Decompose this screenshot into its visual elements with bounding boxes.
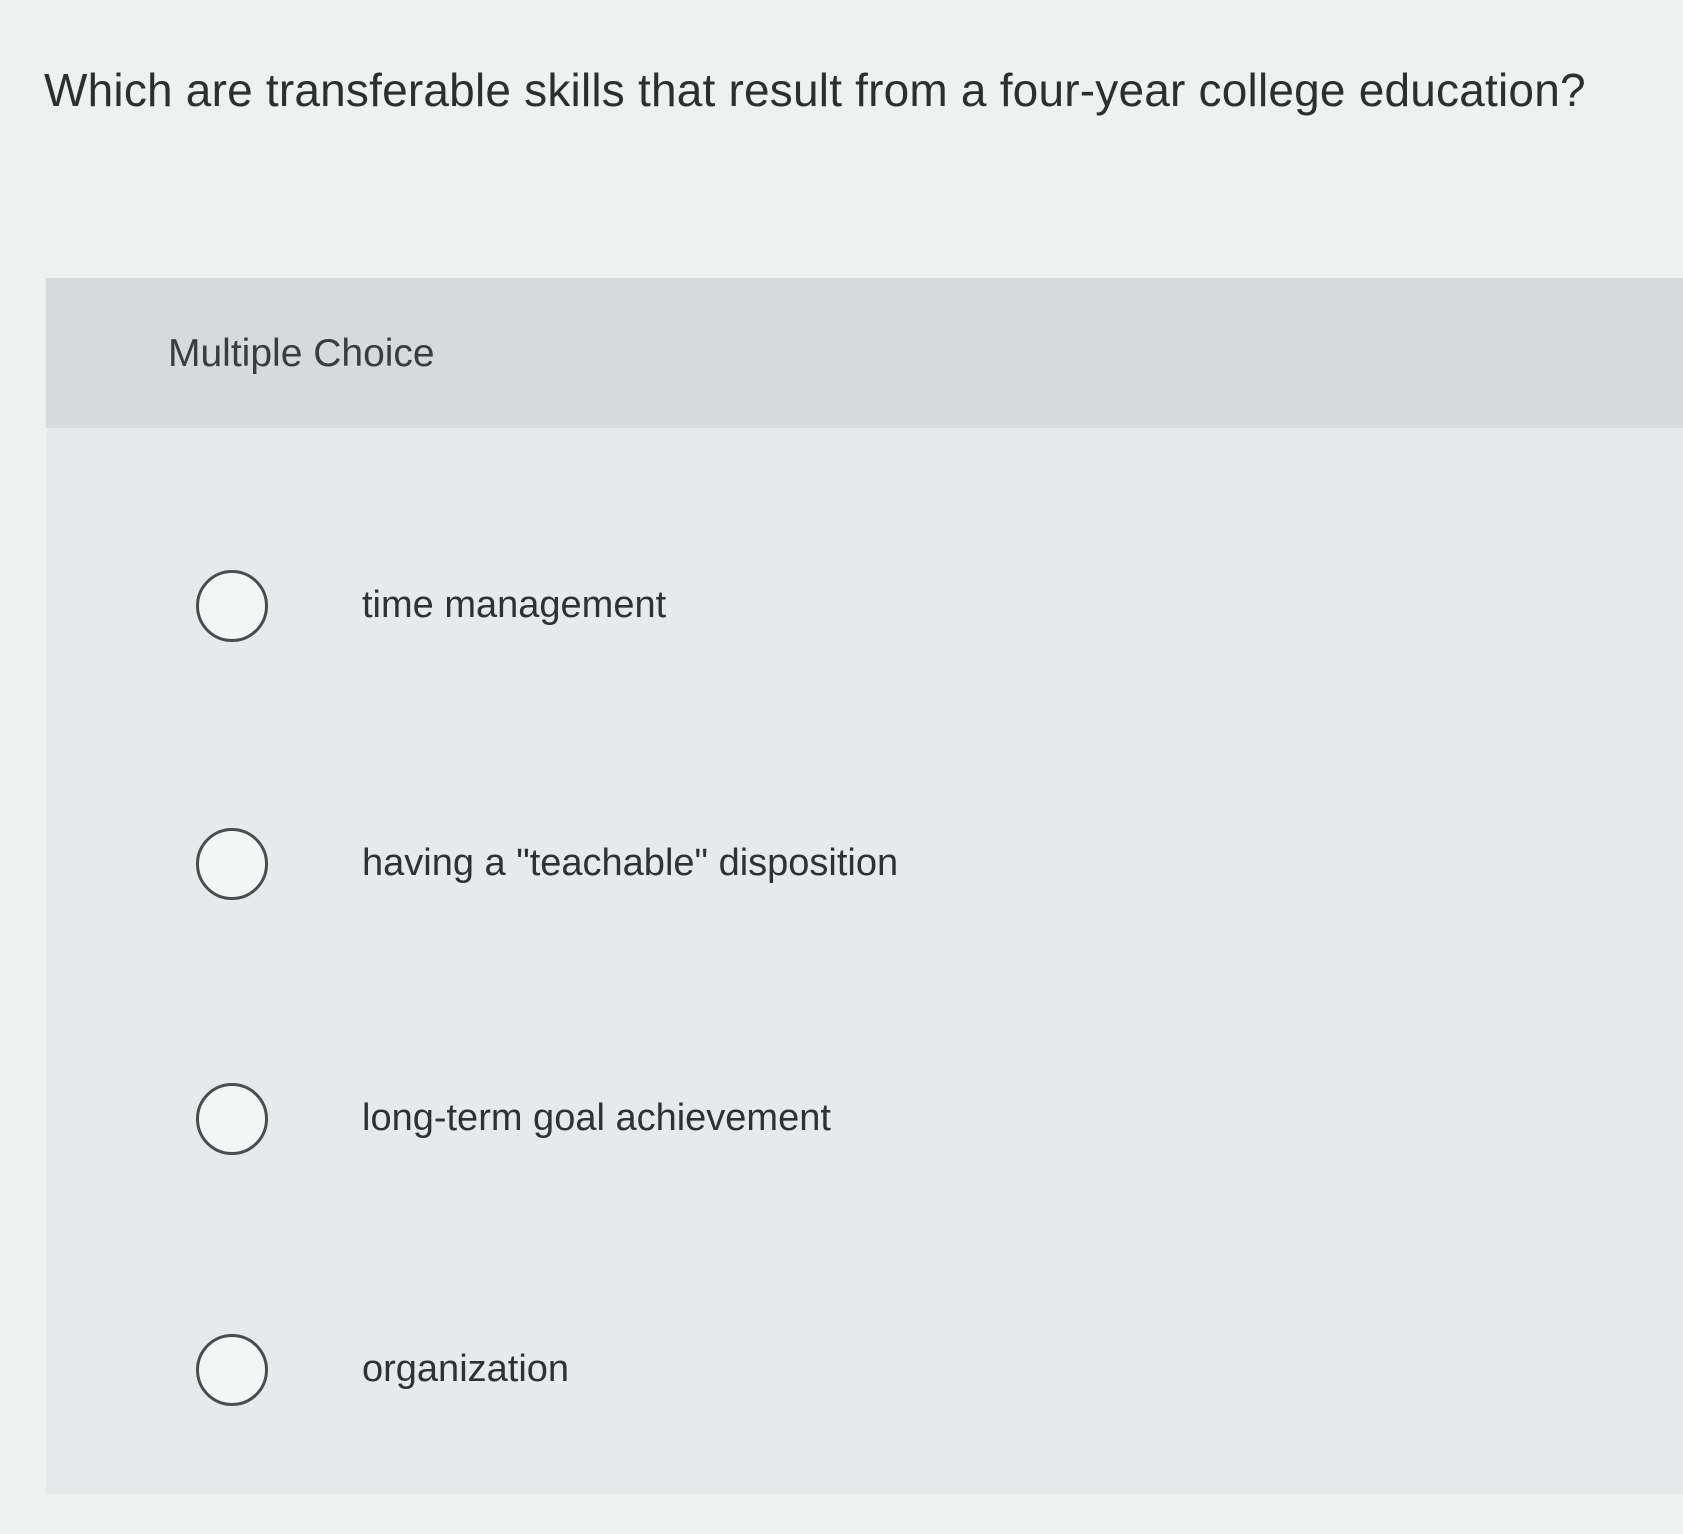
choice-time-management[interactable]: time management <box>0 570 1683 770</box>
choice-teachable-disposition[interactable]: having a "teachable" disposition <box>0 828 1683 1028</box>
multiple-choice-label: Multiple Choice <box>168 332 435 375</box>
multiple-choice-header: Multiple Choice <box>46 278 1683 428</box>
radio-button[interactable] <box>196 1083 268 1155</box>
choice-label: having a "teachable" disposition <box>362 842 899 884</box>
choice-label: organization <box>362 1348 570 1390</box>
choice-label: time management <box>362 584 667 626</box>
radio-button[interactable] <box>196 828 268 900</box>
choice-organization[interactable]: organization <box>0 1334 1683 1534</box>
question-text: Which are transferable skills that resul… <box>44 64 1586 116</box>
choice-long-term-goal[interactable]: long-term goal achievement <box>0 1083 1683 1283</box>
radio-button[interactable] <box>196 570 268 642</box>
radio-button[interactable] <box>196 1334 268 1406</box>
choice-label: long-term goal achievement <box>362 1097 831 1139</box>
